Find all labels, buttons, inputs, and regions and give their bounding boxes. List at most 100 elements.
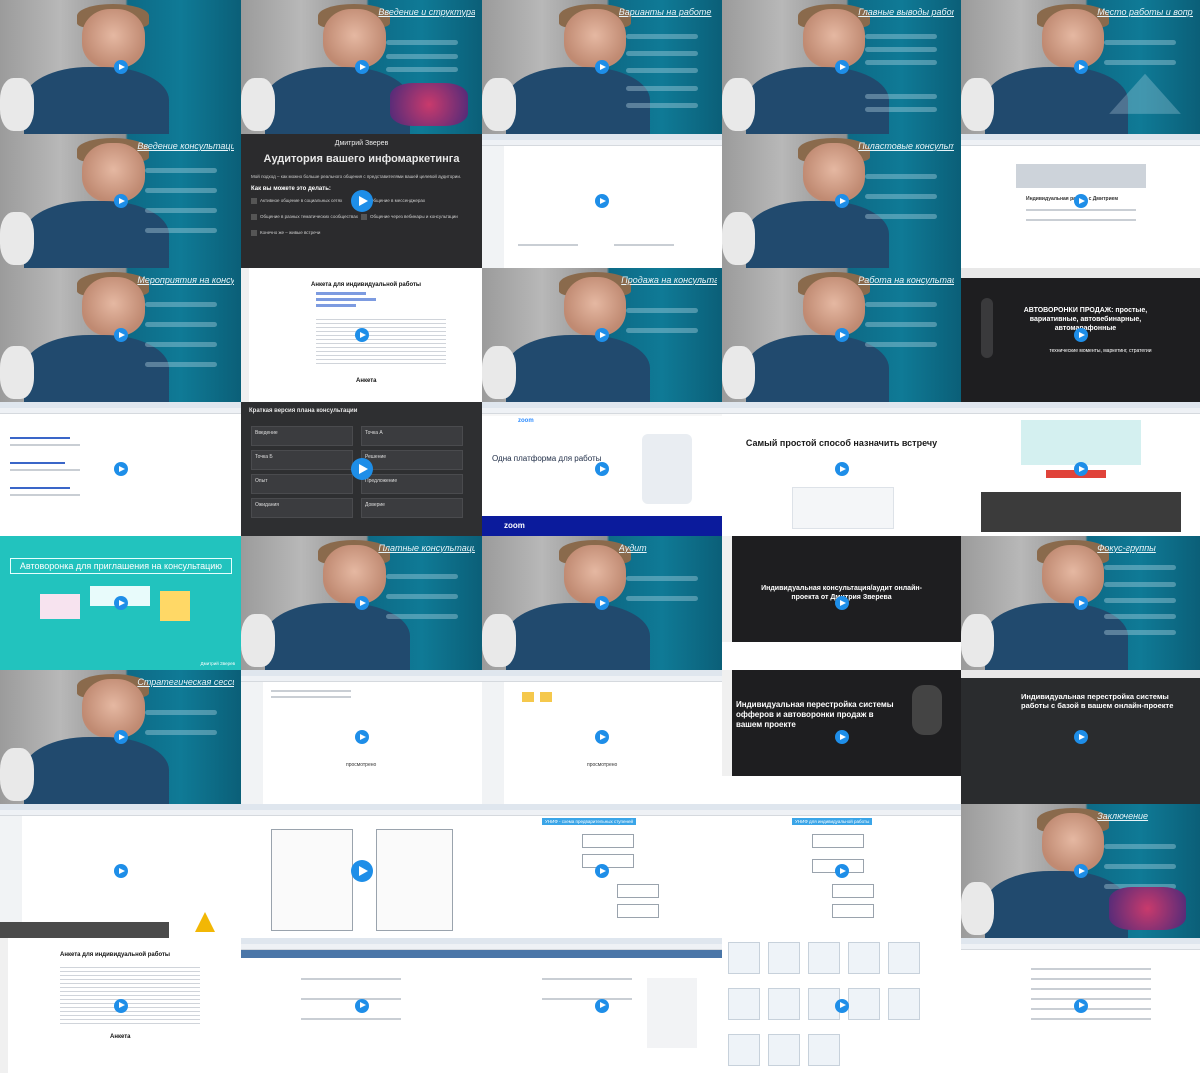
- play-icon[interactable]: [113, 462, 128, 476]
- play-icon[interactable]: [834, 864, 849, 878]
- text-line: [1031, 1018, 1151, 1020]
- thumb-r5c5[interactable]: Фокус-группы: [961, 536, 1200, 670]
- thumb-r2c2[interactable]: Дмитрий Зверев Аудитория вашего инфомарк…: [241, 134, 482, 268]
- thumb-r8c2[interactable]: [241, 938, 482, 1073]
- play-icon[interactable]: [113, 328, 128, 342]
- play-icon[interactable]: [1073, 462, 1088, 476]
- play-icon[interactable]: [354, 998, 369, 1013]
- thumb-r2c5[interactable]: Индивидуальная работа с Дмитрием: [961, 134, 1200, 268]
- footer-author: Дмитрий Зверев: [200, 661, 235, 666]
- play-icon[interactable]: [350, 860, 373, 882]
- board-text: [865, 301, 938, 307]
- thumb-r7c5[interactable]: Заключение: [961, 804, 1200, 938]
- thumb-r2c1[interactable]: Введение консультаций: [0, 134, 241, 268]
- checkbox-icon: [251, 198, 257, 204]
- thumb-r6c5[interactable]: Индивидуальная перестройка системы работ…: [961, 670, 1200, 804]
- plan-cell: Точка Б: [251, 450, 353, 470]
- play-icon[interactable]: [834, 730, 849, 744]
- hero-subtitle: технические моменты, маркетинг, стратеги…: [1049, 348, 1152, 354]
- thumb-r7c1[interactable]: [0, 804, 241, 938]
- board-text: [626, 33, 698, 39]
- play-icon[interactable]: [834, 60, 849, 74]
- play-icon[interactable]: [1073, 864, 1088, 878]
- play-icon[interactable]: [1073, 60, 1088, 74]
- thumb-r7c3[interactable]: УНИФ - схема предварительных ступеней: [482, 804, 722, 938]
- play-icon[interactable]: [834, 462, 849, 476]
- highlight: [316, 292, 366, 295]
- thumb-r8c1[interactable]: Анкета для индивидуальной работы Анкета: [0, 938, 241, 1073]
- play-icon[interactable]: [113, 998, 128, 1013]
- play-icon[interactable]: [1073, 194, 1088, 208]
- play-icon[interactable]: [595, 998, 609, 1013]
- board-text: [626, 68, 698, 74]
- thumb-r5c4[interactable]: Индивидуальная консультация/аудит онлайн…: [722, 536, 961, 670]
- thumb-r8c3[interactable]: [482, 938, 722, 1073]
- board-text: [1104, 864, 1177, 870]
- thumb-r3c4[interactable]: Работа на консультацию: [722, 268, 961, 402]
- thumb-r3c3[interactable]: Продажа на консультацию: [482, 268, 722, 402]
- thumb-r6c3[interactable]: просмотрено: [482, 670, 722, 804]
- play-icon[interactable]: [354, 730, 369, 744]
- vk-header: [482, 950, 722, 958]
- play-icon[interactable]: [354, 596, 369, 610]
- thumb-r4c5[interactable]: [961, 402, 1200, 536]
- phone-mockup: [642, 434, 692, 504]
- viewed-label: просмотрено: [346, 762, 377, 768]
- play-icon[interactable]: [1073, 730, 1088, 744]
- thumb-r5c3[interactable]: Аудит: [482, 536, 722, 670]
- play-icon[interactable]: [113, 194, 128, 208]
- presenter-face: [81, 143, 145, 203]
- thumb-r4c2[interactable]: Краткая версия плана консультации Введен…: [241, 402, 482, 536]
- play-icon[interactable]: [595, 730, 609, 744]
- form-line: [518, 244, 578, 246]
- thumb-r5c1[interactable]: Автоворонка для приглашения на консульта…: [0, 536, 241, 670]
- thumb-r1c1[interactable]: [0, 0, 241, 134]
- chair: [961, 613, 995, 668]
- play-icon[interactable]: [354, 60, 369, 74]
- thumb-r1c3[interactable]: Варианты на работе: [482, 0, 722, 134]
- thumb-r4c1[interactable]: [0, 402, 241, 536]
- play-icon[interactable]: [350, 190, 373, 212]
- thumb-r3c1[interactable]: Мероприятия на консультацию: [0, 268, 241, 402]
- thumb-r7c4[interactable]: УНИФ для индивидуальной работы: [722, 804, 961, 938]
- presenter-face: [322, 9, 386, 69]
- thumb-r6c2[interactable]: просмотрено: [241, 670, 482, 804]
- doc-thumb: [768, 942, 800, 974]
- thumb-r2c4[interactable]: Пиластовые консультации: [722, 134, 961, 268]
- play-icon[interactable]: [834, 596, 849, 610]
- play-icon[interactable]: [595, 462, 609, 476]
- thumb-r1c2[interactable]: Введение и структура: [241, 0, 482, 134]
- thumb-r6c1[interactable]: Стратегическая сессия: [0, 670, 241, 804]
- thumb-r1c5[interactable]: Место работы и вопрос: [961, 0, 1200, 134]
- play-icon[interactable]: [834, 194, 849, 208]
- play-icon[interactable]: [595, 596, 609, 610]
- thumb-r1c4[interactable]: Главные выводы работы: [722, 0, 961, 134]
- thumb-r2c3[interactable]: [482, 134, 722, 268]
- thumb-r4c4[interactable]: Самый простой способ назначить встречу: [722, 402, 961, 536]
- thumb-r4c3[interactable]: zoom Одна платформа для работы zoom: [482, 402, 722, 536]
- play-icon[interactable]: [834, 328, 849, 342]
- board-text: [626, 328, 698, 334]
- board-title: Аудит: [618, 542, 647, 553]
- thumb-r7c2[interactable]: [241, 804, 482, 938]
- play-icon[interactable]: [113, 596, 128, 610]
- play-icon[interactable]: [113, 864, 128, 878]
- play-icon[interactable]: [113, 730, 128, 744]
- play-icon[interactable]: [354, 328, 369, 342]
- play-icon[interactable]: [113, 60, 128, 74]
- play-icon[interactable]: [834, 998, 849, 1013]
- play-icon[interactable]: [1073, 596, 1088, 610]
- play-icon[interactable]: [595, 328, 609, 342]
- thumb-r8c4[interactable]: [722, 938, 961, 1073]
- play-icon[interactable]: [1073, 328, 1088, 342]
- thumb-r3c2[interactable]: Анкета для индивидуальной работы Анкета: [241, 268, 482, 402]
- play-icon[interactable]: [595, 864, 609, 878]
- play-icon[interactable]: [350, 458, 373, 480]
- play-icon[interactable]: [1073, 998, 1088, 1013]
- thumb-r6c4[interactable]: Индивидуальная перестройка системы оффер…: [722, 670, 961, 804]
- thumb-r3c5[interactable]: АВТОВОРОНКИ ПРОДАЖ: простые, вариативные…: [961, 268, 1200, 402]
- thumb-r8c5[interactable]: [961, 938, 1200, 1073]
- play-icon[interactable]: [595, 60, 609, 74]
- thumb-r5c2[interactable]: Платные консультации: [241, 536, 482, 670]
- play-icon[interactable]: [595, 194, 609, 208]
